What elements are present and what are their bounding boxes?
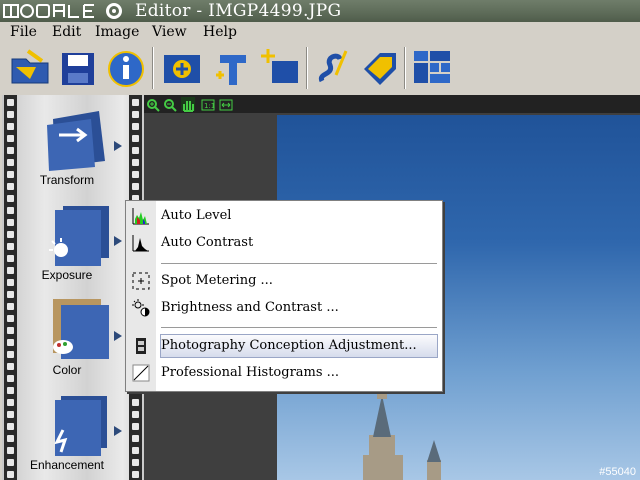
menu-view[interactable]: View [152, 22, 187, 43]
menu-bar: File Edit Image View Help [0, 22, 640, 44]
curve-icon [132, 364, 150, 382]
save-icon[interactable] [56, 45, 100, 91]
menu-file[interactable]: File [10, 22, 37, 43]
tag-icon[interactable] [358, 45, 402, 91]
film-icon [132, 337, 150, 355]
menu-item-label: Auto Contrast [161, 235, 254, 250]
tool-enhancement[interactable]: Enhancement [17, 388, 129, 480]
image-id-watermark: #55040 [599, 466, 636, 478]
fit-window-icon[interactable] [219, 97, 233, 111]
exposure-icon [33, 200, 113, 268]
tool-label: Transform [39, 173, 95, 187]
tool-label: Color [52, 363, 82, 377]
tool-panel: Transform Exposure Color Enhancement [2, 95, 144, 480]
submenu-arrow-icon[interactable] [114, 426, 122, 436]
zoom-out-icon[interactable] [163, 97, 177, 112]
zoom-in-icon[interactable] [146, 97, 160, 112]
svg-text:1:1: 1:1 [204, 102, 215, 110]
menu-item-auto-level[interactable]: Auto Level [126, 203, 442, 229]
submenu-arrow-icon[interactable] [114, 141, 122, 151]
spot-metering-icon [132, 272, 150, 290]
toolbar [0, 43, 640, 95]
submenu-arrow-icon[interactable] [114, 236, 122, 246]
menu-image[interactable]: Image [95, 22, 139, 43]
tool-label: Exposure [41, 268, 93, 282]
menu-separator [161, 263, 437, 264]
menu-item-brightness-contrast[interactable]: Brightness and Contrast ... [126, 295, 442, 321]
layout-icon[interactable] [410, 45, 454, 91]
menu-item-label: Spot Metering ... [161, 273, 273, 288]
menu-edit[interactable]: Edit [52, 22, 81, 43]
menu-item-professional-histograms[interactable]: Professional Histograms ... [126, 360, 442, 386]
histogram-icon [132, 234, 150, 252]
menu-item-photography-conception[interactable]: Photography Conception Adjustment... [126, 333, 442, 359]
transform-icon [33, 105, 113, 173]
menu-item-spot-metering[interactable]: Spot Metering ... [126, 268, 442, 294]
title-bar: Editor - IMGP4499.JPG [0, 0, 640, 22]
tool-exposure[interactable]: Exposure [17, 198, 129, 290]
tool-label: Enhancement [29, 458, 105, 472]
menu-item-label: Photography Conception Adjustment... [161, 338, 417, 353]
brightness-icon [132, 299, 150, 317]
frame-icon[interactable] [258, 45, 302, 91]
submenu-arrow-icon[interactable] [114, 331, 122, 341]
text-icon[interactable] [210, 45, 254, 91]
hand-pan-icon[interactable] [181, 97, 195, 112]
capture-icon[interactable] [160, 45, 204, 91]
tool-transform[interactable]: Transform [17, 103, 129, 195]
menu-item-auto-contrast[interactable]: Auto Contrast [126, 230, 442, 256]
actual-size-icon[interactable]: 1:1 [201, 97, 215, 111]
window-title: Editor - IMGP4499.JPG [135, 1, 342, 21]
sign-icon[interactable] [312, 45, 356, 91]
open-icon[interactable] [8, 45, 52, 91]
menu-item-label: Auto Level [161, 208, 232, 223]
menu-separator [161, 327, 437, 328]
menu-item-label: Professional Histograms ... [161, 365, 340, 380]
context-menu: Auto Level Auto Contrast Spot Metering .… [125, 200, 443, 392]
menu-item-label: Brightness and Contrast ... [161, 300, 339, 315]
color-icon [33, 295, 113, 363]
info-icon[interactable] [104, 45, 148, 91]
menu-help[interactable]: Help [203, 22, 237, 43]
histogram-icon [132, 207, 150, 225]
app-logo [2, 1, 130, 21]
film-strip-left [4, 95, 17, 480]
zoom-bar: 1:1 [144, 95, 640, 113]
tool-color[interactable]: Color [17, 293, 129, 385]
enhancement-icon [33, 390, 113, 458]
